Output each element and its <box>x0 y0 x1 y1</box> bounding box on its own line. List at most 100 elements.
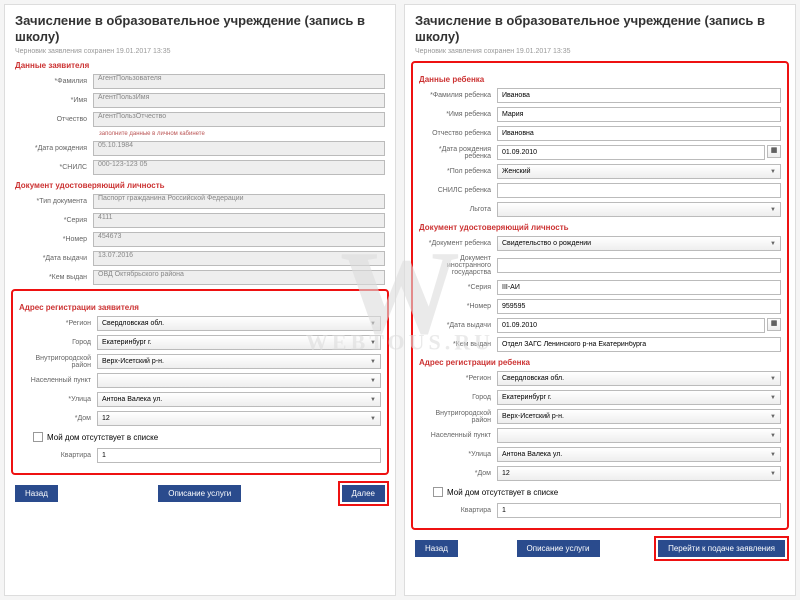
back-button[interactable]: Назад <box>415 540 458 557</box>
left-pane: Зачисление в образовательное учреждение … <box>4 4 396 596</box>
page-title: Зачисление в образовательное учреждение … <box>15 13 385 44</box>
ckv-label: *Кем выдан <box>419 341 497 348</box>
chouse-missing-checkbox[interactable] <box>433 487 443 497</box>
cdoc-label: *Документ ребенка <box>419 240 497 247</box>
draft-subtitle: Черновик заявления сохранен 19.01.2017 1… <box>415 48 785 55</box>
num-input: 454673 <box>93 232 385 247</box>
dom-label: *Дом <box>19 415 97 422</box>
lg-label: Льгота <box>419 206 497 213</box>
gor-label: Город <box>19 339 97 346</box>
rai-label: Внутригородской район <box>19 355 97 369</box>
ser-label: *Серия <box>15 217 93 224</box>
rai-select[interactable]: Верх-Исетский р-н.▼ <box>97 354 381 369</box>
dom-select[interactable]: 12▼ <box>97 411 381 426</box>
ser-input: 4111 <box>93 213 385 228</box>
calendar-icon[interactable]: ▦ <box>767 318 781 331</box>
tip-input: Паспорт гражданина Российской Федерации <box>93 194 385 209</box>
section-child: Данные ребенка <box>419 75 781 84</box>
section-applicant: Данные заявителя <box>15 61 385 70</box>
imya-input: АгентПользИмя <box>93 93 385 108</box>
house-missing-checkbox[interactable] <box>33 432 43 442</box>
cnum-label: *Номер <box>419 303 497 310</box>
cgor-label: Город <box>419 394 497 401</box>
page-title: Зачисление в образовательное учреждение … <box>415 13 785 44</box>
kv-label: *Кем выдан <box>15 274 93 281</box>
next-button[interactable]: Далее <box>342 485 385 502</box>
submit-button[interactable]: Перейти к подаче заявления <box>658 540 785 557</box>
desc-button[interactable]: Описание услуги <box>158 485 241 502</box>
chevron-down-icon: ▼ <box>770 376 776 382</box>
ckv-input[interactable] <box>497 337 781 352</box>
reg-select[interactable]: Свердловская обл.▼ <box>97 316 381 331</box>
chevron-down-icon: ▼ <box>770 241 776 247</box>
ul-label: *Улица <box>19 396 97 403</box>
chevron-down-icon: ▼ <box>770 169 776 175</box>
crai-label: Внутригородской район <box>419 410 497 424</box>
calendar-icon[interactable]: ▦ <box>767 145 781 158</box>
tip-label: *Тип документа <box>15 198 93 205</box>
fam-label: *Фамилия <box>15 78 93 85</box>
np-label: Населенный пункт <box>19 377 97 384</box>
house-missing-label: Мой дом отсутствует в списке <box>47 433 158 442</box>
num-label: *Номер <box>15 236 93 243</box>
chevron-down-icon: ▼ <box>370 397 376 403</box>
cul-select[interactable]: Антона Валека ул.▼ <box>497 447 781 462</box>
cdv-input[interactable] <box>497 318 765 333</box>
otch-input: АгентПользОтчество <box>93 112 385 127</box>
cdoc-select[interactable]: Свидетельство о рождении▼ <box>497 236 781 251</box>
cfam-input[interactable] <box>497 88 781 103</box>
cimya-label: *Имя ребенка <box>419 111 497 118</box>
cfam-label: *Фамилия ребенка <box>419 92 497 99</box>
cimya-input[interactable] <box>497 107 781 122</box>
cul-label: *Улица <box>419 451 497 458</box>
chouse-missing-label: Мой дом отсутствует в списке <box>447 488 558 497</box>
chevron-down-icon: ▼ <box>370 321 376 327</box>
reg-label: *Регион <box>19 320 97 327</box>
cdv-label: *Дата выдачи <box>419 322 497 329</box>
ig-input[interactable] <box>497 258 781 273</box>
cdom-select[interactable]: 12▼ <box>497 466 781 481</box>
cotch-label: Отчество ребенка <box>419 130 497 137</box>
cpol-label: *Пол ребенка <box>419 168 497 175</box>
cser-input[interactable] <box>497 280 781 295</box>
cnp-select[interactable]: ▼ <box>497 428 781 443</box>
chevron-down-icon: ▼ <box>370 359 376 365</box>
ul-select[interactable]: Антона Валека ул.▼ <box>97 392 381 407</box>
creg-select[interactable]: Свердловская обл.▼ <box>497 371 781 386</box>
kvart-input[interactable] <box>97 448 381 463</box>
chevron-down-icon: ▼ <box>770 395 776 401</box>
draft-subtitle: Черновик заявления сохранен 19.01.2017 1… <box>15 48 385 55</box>
chevron-down-icon: ▼ <box>770 433 776 439</box>
dr-label: *Дата рождения <box>15 145 93 152</box>
ckvart-input[interactable] <box>497 503 781 518</box>
gor-select[interactable]: Екатеринбург г.▼ <box>97 335 381 350</box>
section-addr: Адрес регистрации заявителя <box>19 303 381 312</box>
creg-label: *Регион <box>419 375 497 382</box>
cpol-select[interactable]: Женский▼ <box>497 164 781 179</box>
cdr-input[interactable] <box>497 145 765 160</box>
fam-input: АгентПользователя <box>93 74 385 89</box>
cnum-input[interactable] <box>497 299 781 314</box>
imya-label: *Имя <box>15 97 93 104</box>
chevron-down-icon: ▼ <box>370 340 376 346</box>
cdr-label: *Дата рождения ребенка <box>419 146 497 160</box>
chevron-down-icon: ▼ <box>770 414 776 420</box>
desc-button[interactable]: Описание услуги <box>517 540 600 557</box>
cnp-label: Населенный пункт <box>419 432 497 439</box>
chevron-down-icon: ▼ <box>370 416 376 422</box>
dv-input: 13.07.2016 <box>93 251 385 266</box>
crai-select[interactable]: Верх-Исетский р-н.▼ <box>497 409 781 424</box>
ig-label: Документ иностранного государства <box>419 255 497 276</box>
back-button[interactable]: Назад <box>15 485 58 502</box>
np-select[interactable]: ▼ <box>97 373 381 388</box>
chevron-down-icon: ▼ <box>770 452 776 458</box>
section-doc: Документ удостоверяющий личность <box>15 181 385 190</box>
otch-hint: заполните данные в личном кабинете <box>99 131 385 137</box>
csnils-input[interactable] <box>497 183 781 198</box>
cgor-select[interactable]: Екатеринбург г.▼ <box>497 390 781 405</box>
ckvart-label: Квартира <box>419 507 497 514</box>
lg-select[interactable]: ▼ <box>497 202 781 217</box>
address-highlight: Адрес регистрации заявителя *РегионСверд… <box>11 289 389 475</box>
kvart-label: Квартира <box>19 452 97 459</box>
cotch-input[interactable] <box>497 126 781 141</box>
